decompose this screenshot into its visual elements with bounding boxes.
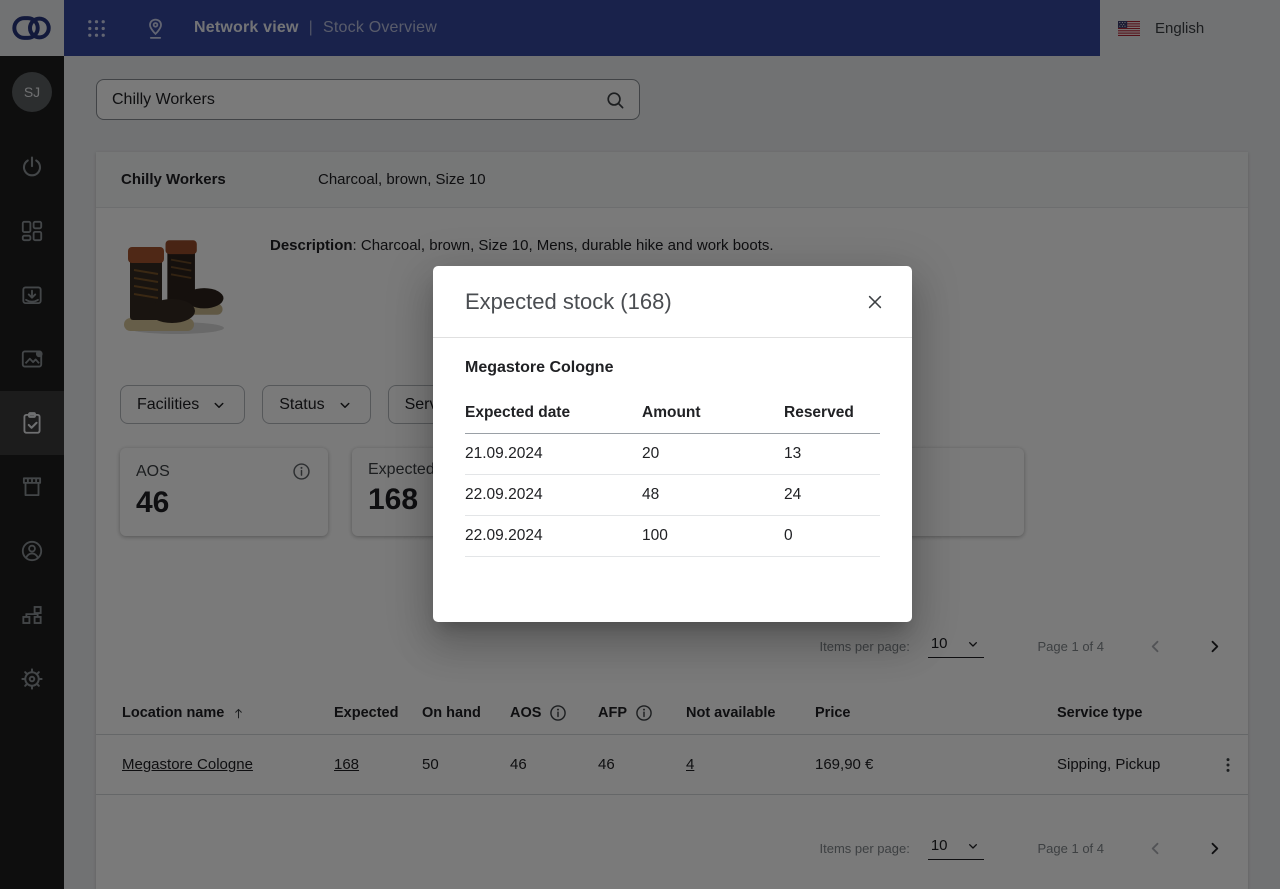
col-expected-date: Expected date <box>465 404 642 422</box>
modal-table-header: Expected date Amount Reserved <box>465 404 880 434</box>
modal-table-row: 22.09.2024 48 24 <box>465 475 880 516</box>
col-amount: Amount <box>642 404 784 422</box>
expected-stock-modal: Expected stock (168) Megastore Cologne E… <box>433 266 912 622</box>
store-name: Megastore Cologne <box>465 359 880 377</box>
modal-table-row: 22.09.2024 100 0 <box>465 516 880 557</box>
modal-table-row: 21.09.2024 20 13 <box>465 434 880 475</box>
close-button[interactable] <box>865 292 885 312</box>
modal-header: Expected stock (168) <box>433 266 912 338</box>
modal-title: Expected stock (168) <box>465 289 672 315</box>
modal-body: Megastore Cologne Expected date Amount R… <box>433 338 912 557</box>
app-window: SJ Network view | Stock Overview Engl <box>0 0 1280 889</box>
col-reserved: Reserved <box>784 404 880 422</box>
close-icon <box>865 292 885 312</box>
